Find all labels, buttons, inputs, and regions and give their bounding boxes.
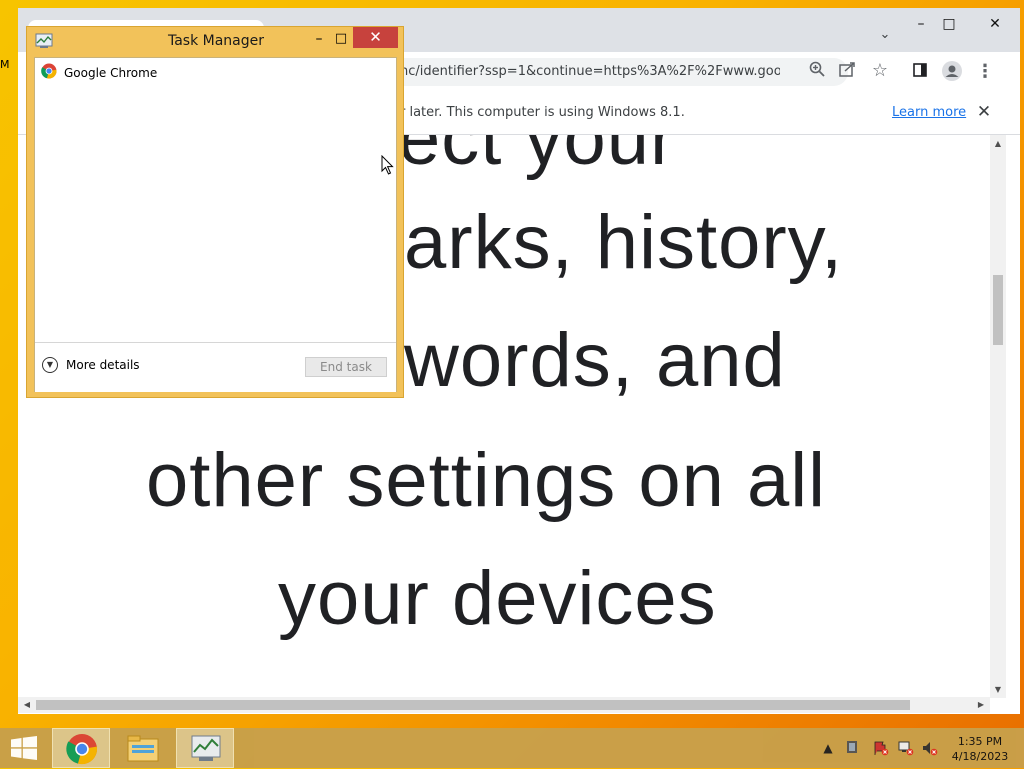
- show-hidden-icons-chevron-icon[interactable]: ▲: [820, 740, 836, 756]
- task-manager-window: Task Manager – □ ✕ Google Chrome ▼ More …: [26, 26, 404, 398]
- bookmark-star-icon[interactable]: ☆: [869, 60, 891, 82]
- file-explorer-icon: [127, 733, 159, 767]
- process-row[interactable]: Google Chrome: [41, 63, 157, 83]
- heading-line-4: other settings on all: [146, 438, 827, 523]
- scroll-left-arrow-icon[interactable]: ◀: [20, 698, 34, 712]
- share-icon[interactable]: [837, 61, 859, 83]
- heading-line-5: your devices: [278, 556, 717, 641]
- chrome-menu-icon[interactable]: ⋮: [974, 61, 996, 83]
- horizontal-scroll-thumb[interactable]: [36, 700, 910, 710]
- clock-time: 1:35 PM: [957, 735, 1003, 748]
- clock-date: 4/18/2023: [951, 750, 1009, 763]
- end-task-button[interactable]: End task: [305, 357, 387, 377]
- zoom-icon[interactable]: [806, 61, 828, 83]
- horizontal-scrollbar[interactable]: ◀ ▶: [18, 697, 990, 713]
- scroll-right-arrow-icon[interactable]: ▶: [974, 698, 988, 712]
- tab-search-chevron-icon[interactable]: ⌄: [876, 26, 894, 44]
- mouse-cursor-icon: [381, 154, 395, 175]
- windows-start-icon[interactable]: [10, 736, 38, 760]
- scroll-down-arrow-icon[interactable]: ▼: [990, 683, 1006, 697]
- infobar-close-icon[interactable]: ✕: [974, 102, 994, 122]
- chrome-close-button[interactable]: ✕: [970, 12, 1020, 36]
- chrome-icon: [41, 63, 57, 83]
- taskbar: ▲ 1:35 PM 4/18/2023: [0, 728, 1024, 768]
- chrome-maximize-button[interactable]: □: [932, 12, 966, 36]
- action-center-icon[interactable]: [844, 740, 860, 756]
- volume-muted-icon[interactable]: [922, 740, 938, 756]
- heading-line-2: arks, history,: [404, 200, 844, 285]
- heading-line-1: ect your: [398, 135, 677, 181]
- network-error-icon[interactable]: [898, 740, 914, 756]
- vertical-scrollbar[interactable]: ▲ ▼: [990, 135, 1006, 698]
- infobar-message: r later. This computer is using Windows …: [400, 105, 685, 120]
- heading-line-3: words, and: [404, 318, 786, 403]
- task-manager-close-button[interactable]: ✕: [353, 27, 398, 48]
- task-manager-maximize-button[interactable]: □: [329, 29, 353, 49]
- offscreen-text-fragment: M: [0, 58, 10, 71]
- process-list: Google Chrome: [35, 58, 396, 342]
- taskbar-task-manager-button[interactable]: [176, 728, 234, 768]
- task-manager-footer: ▼ More details End task: [35, 342, 396, 392]
- taskbar-file-explorer-button[interactable]: [114, 728, 172, 768]
- address-bar[interactable]: nc/identifier?ssp=1&continue=https%3A%2F…: [378, 58, 848, 86]
- chrome-icon: [66, 733, 98, 769]
- task-manager-icon: [190, 734, 222, 768]
- task-manager-body: Google Chrome ▼ More details End task: [34, 57, 397, 392]
- url-text[interactable]: nc/identifier?ssp=1&continue=https%3A%2F…: [400, 64, 780, 79]
- learn-more-link[interactable]: Learn more: [892, 105, 966, 120]
- taskbar-chrome-button[interactable]: [52, 728, 110, 768]
- more-details-label: More details: [66, 358, 140, 372]
- flag-error-icon[interactable]: [873, 740, 889, 756]
- system-clock[interactable]: 1:35 PM 4/18/2023: [950, 734, 1010, 764]
- side-panel-icon[interactable]: [909, 61, 931, 83]
- task-manager-minimize-button[interactable]: –: [307, 29, 331, 49]
- scroll-up-arrow-icon[interactable]: ▲: [990, 137, 1006, 151]
- vertical-scroll-thumb[interactable]: [993, 275, 1003, 345]
- more-details-toggle[interactable]: ▼ More details: [42, 357, 140, 373]
- profile-avatar-icon[interactable]: [941, 61, 963, 83]
- process-name: Google Chrome: [64, 66, 158, 80]
- chevron-down-icon: ▼: [42, 357, 58, 373]
